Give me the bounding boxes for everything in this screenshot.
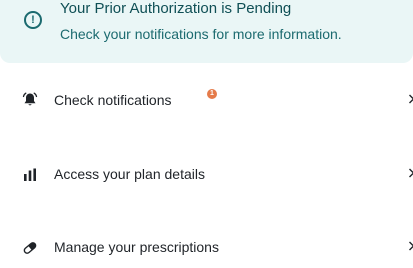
menu-item-label: Manage your prescriptions — [54, 239, 219, 255]
menu-item-plan-details[interactable]: Access your plan details — [0, 155, 413, 195]
menu-item-prescriptions[interactable]: Manage your prescriptions — [0, 228, 413, 268]
notification-badge: 1 — [207, 89, 217, 99]
menu-item-label: Access your plan details — [54, 166, 205, 182]
banner-subtitle: Check your notifications for more inform… — [60, 26, 342, 42]
pill-icon — [23, 242, 37, 254]
chevron-right-icon — [409, 94, 413, 104]
bar-chart-icon — [24, 168, 36, 181]
menu-item-check-notifications[interactable]: Check notifications 1 — [0, 80, 413, 120]
bell-icon — [22, 92, 38, 106]
chevron-right-icon — [409, 241, 413, 251]
banner-title: Your Prior Authorization is Pending — [60, 0, 292, 17]
alert-circle-icon: ! — [24, 11, 42, 29]
menu-item-label: Check notifications — [54, 92, 172, 108]
prior-authorization-banner[interactable]: ! Your Prior Authorization is Pending Ch… — [0, 0, 413, 63]
chevron-right-icon — [409, 168, 413, 178]
